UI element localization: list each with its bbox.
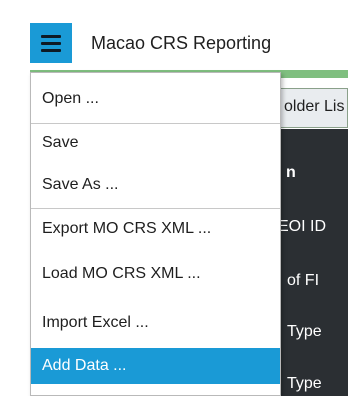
menu-item-save[interactable]: Save (31, 125, 280, 161)
menu-item-export-xml[interactable]: Export MO CRS XML ... (31, 211, 280, 247)
app-title: Macao CRS Reporting (91, 33, 272, 53)
panel-row-label: EOI ID (278, 218, 327, 235)
hamburger-icon-bar (41, 48, 61, 52)
menu-item-open[interactable]: Open ... (31, 81, 280, 117)
panel-row-label: Type (287, 375, 322, 392)
panel-heading: n (286, 164, 296, 181)
window-left-edge (0, 0, 9, 396)
hamburger-menu-button[interactable] (30, 23, 72, 63)
app-window: Macao CRS Reporting older Lis n EOI ID o… (0, 0, 348, 396)
menu-separator (31, 208, 280, 209)
panel-row-label: Type (287, 323, 322, 340)
folder-list-tab-label: older Lis (284, 98, 345, 115)
menu-item-import-excel[interactable]: Import Excel ... (31, 305, 280, 341)
menu-item-save-as[interactable]: Save As ... (31, 167, 280, 203)
hamburger-icon (41, 34, 61, 38)
menu-item-add-data[interactable]: Add Data ... (31, 348, 280, 384)
panel-row-label: of FI (287, 272, 320, 289)
menu-separator (31, 123, 280, 124)
menu-item-load-xml[interactable]: Load MO CRS XML ... (31, 256, 280, 292)
hamburger-icon-bar (41, 41, 61, 45)
file-dropdown-menu: Open ... Save Save As ... Export MO CRS … (30, 72, 281, 396)
